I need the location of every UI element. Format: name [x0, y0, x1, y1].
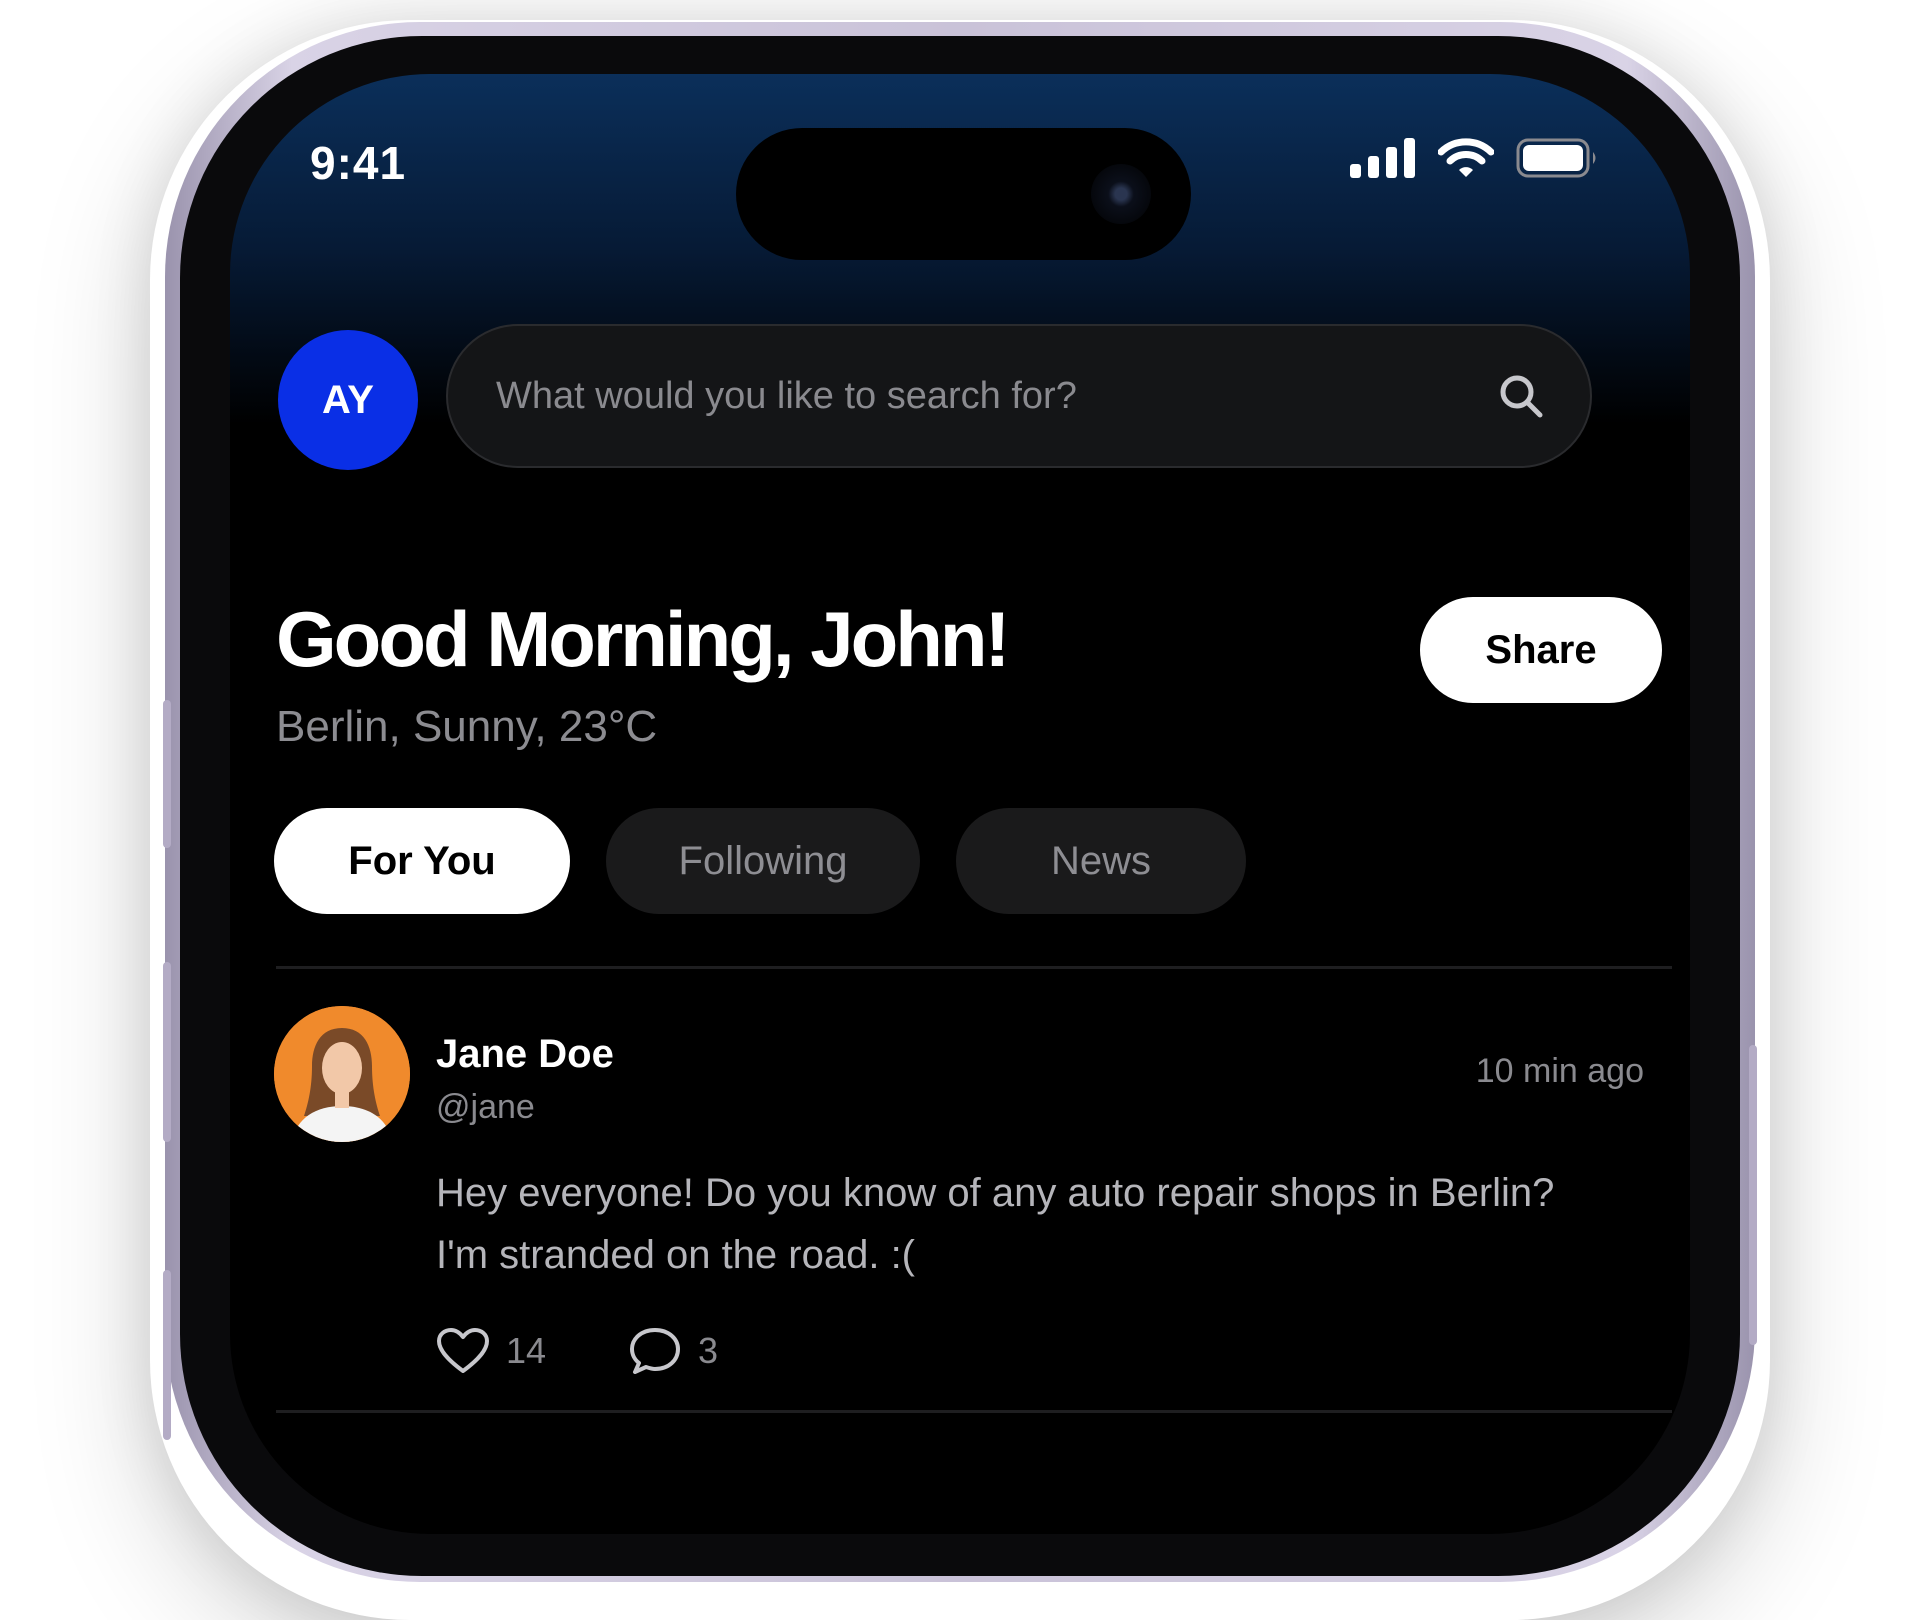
divider — [276, 966, 1672, 969]
heart-icon[interactable] — [436, 1327, 490, 1375]
cellular-signal-icon — [1350, 138, 1415, 178]
share-button[interactable]: Share — [1420, 597, 1662, 703]
post-text-line: Hey everyone! Do you know of any auto re… — [436, 1171, 1555, 1215]
side-button-volume-down — [163, 1270, 171, 1440]
battery-icon — [1516, 138, 1596, 178]
dynamic-island — [736, 128, 1191, 260]
search-icon[interactable] — [1498, 373, 1544, 419]
comment-count: 3 — [698, 1330, 719, 1371]
like-count: 14 — [506, 1330, 547, 1371]
search-bar[interactable] — [446, 324, 1592, 468]
side-button-power — [1749, 1045, 1757, 1345]
tab-following[interactable]: Following — [606, 808, 920, 914]
camera-icon — [1091, 164, 1151, 224]
status-time: 9:41 — [310, 137, 407, 189]
weather-subtitle: Berlin, Sunny, 23°C — [276, 702, 658, 751]
tab-for-you[interactable]: For You — [274, 808, 570, 914]
greeting-title: Good Morning, John! — [276, 595, 1010, 683]
post-actions: 14 3 — [436, 1326, 718, 1376]
side-button-silent — [163, 700, 171, 848]
search-input[interactable] — [494, 373, 1498, 419]
comment-icon[interactable] — [628, 1326, 682, 1376]
author-avatar[interactable] — [274, 1006, 410, 1142]
post-text-line: I'm stranded on the road. :( — [436, 1233, 916, 1277]
phone-screen: 9:41 AY Good Morning, John! Berlin, Sunn… — [230, 74, 1690, 1534]
author-photo-icon — [274, 1006, 410, 1142]
feed-tabs: For You Following News — [274, 808, 1246, 914]
post-text: Hey everyone! Do you know of any auto re… — [436, 1162, 1636, 1286]
wifi-icon — [1438, 138, 1494, 177]
post-author-handle[interactable]: @jane — [436, 1088, 535, 1127]
side-button-volume-up — [163, 962, 171, 1142]
post-timestamp: 10 min ago — [1475, 1052, 1644, 1090]
divider — [276, 1410, 1672, 1413]
status-icons — [1350, 138, 1600, 178]
profile-avatar[interactable]: AY — [278, 330, 418, 470]
post-author-name[interactable]: Jane Doe — [436, 1032, 614, 1077]
tab-news[interactable]: News — [956, 808, 1246, 914]
